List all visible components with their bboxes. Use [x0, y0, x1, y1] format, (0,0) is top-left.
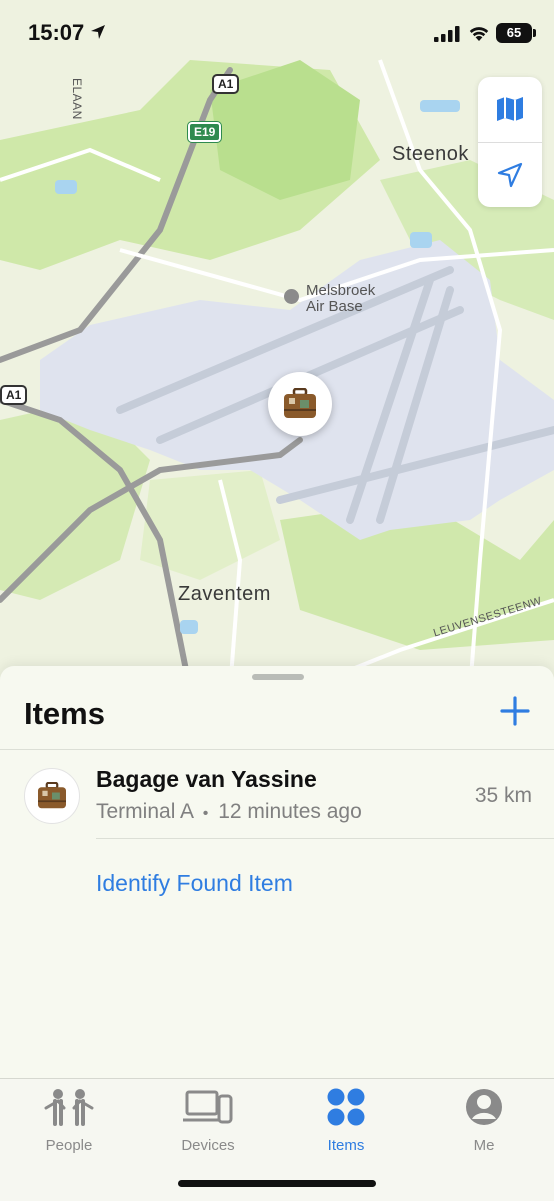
map-mode-button[interactable] — [478, 77, 542, 141]
list-item[interactable]: Bagage van Yassine Terminal A • 12 minut… — [0, 750, 554, 838]
location-services-icon — [91, 25, 105, 39]
wifi-icon — [469, 27, 489, 41]
tab-label-me: Me — [473, 1137, 495, 1154]
add-item-button[interactable] — [498, 694, 532, 728]
tab-people[interactable]: People — [14, 1087, 124, 1154]
devices-icon — [183, 1090, 233, 1124]
tab-label-items: Items — [327, 1137, 365, 1154]
map-icon — [497, 97, 523, 121]
battery-nub — [533, 29, 536, 37]
items-icon — [327, 1088, 365, 1126]
road-shield-e19: E19 — [188, 122, 222, 142]
map-controls — [478, 77, 542, 207]
road-shield-a1-top: A1 — [212, 74, 240, 94]
road-shield-a1-left: A1 — [0, 385, 28, 405]
person-icon — [466, 1089, 502, 1125]
map-label-elaan: ELAAN — [70, 78, 84, 120]
item-distance: 35 km — [474, 784, 532, 807]
identify-found-item-link[interactable]: Identify Found Item — [96, 870, 293, 897]
tab-items[interactable]: Items — [291, 1087, 401, 1154]
home-indicator[interactable] — [178, 1180, 376, 1187]
item-avatar — [24, 768, 80, 824]
map-label-melsbroek: Melsbroek Air Base — [284, 283, 375, 315]
status-time: 15:07 — [28, 20, 85, 45]
status-bar: 15:07 65 — [0, 0, 554, 66]
suitcase-icon — [38, 782, 66, 809]
suitcase-icon — [284, 388, 316, 418]
sheet-grabber[interactable] — [252, 674, 304, 680]
track-location-button[interactable] — [478, 143, 542, 207]
item-time: 12 minutes ago — [218, 800, 362, 823]
item-separator: • — [202, 805, 209, 822]
sheet-title: Items — [24, 696, 105, 731]
item-subtitle: Terminal A • 12 minutes ago — [96, 800, 362, 824]
location-arrow-icon — [497, 162, 523, 188]
item-location: Terminal A — [96, 800, 193, 823]
tab-devices[interactable]: Devices — [153, 1087, 263, 1154]
plus-icon — [500, 696, 530, 726]
list-divider — [96, 838, 554, 839]
item-name: Bagage van Yassine — [96, 766, 317, 792]
item-map-pin[interactable] — [268, 372, 332, 436]
people-icon — [44, 1089, 94, 1126]
melsbroek-line2: Air Base — [306, 298, 363, 315]
tab-label-devices: Devices — [181, 1137, 235, 1154]
air-base-icon — [284, 289, 299, 304]
battery-indicator: 65 — [496, 23, 532, 43]
tab-me[interactable]: Me — [429, 1087, 539, 1154]
map-view[interactable]: Steenok ELAAN Melsbroek Air Base Zavente… — [0, 0, 554, 690]
cellular-signal-icon — [434, 26, 460, 42]
map-label-zaventem: Zaventem — [178, 583, 271, 605]
tab-label-people: People — [45, 1137, 93, 1154]
map-label-steenok: Steenok — [392, 143, 469, 165]
